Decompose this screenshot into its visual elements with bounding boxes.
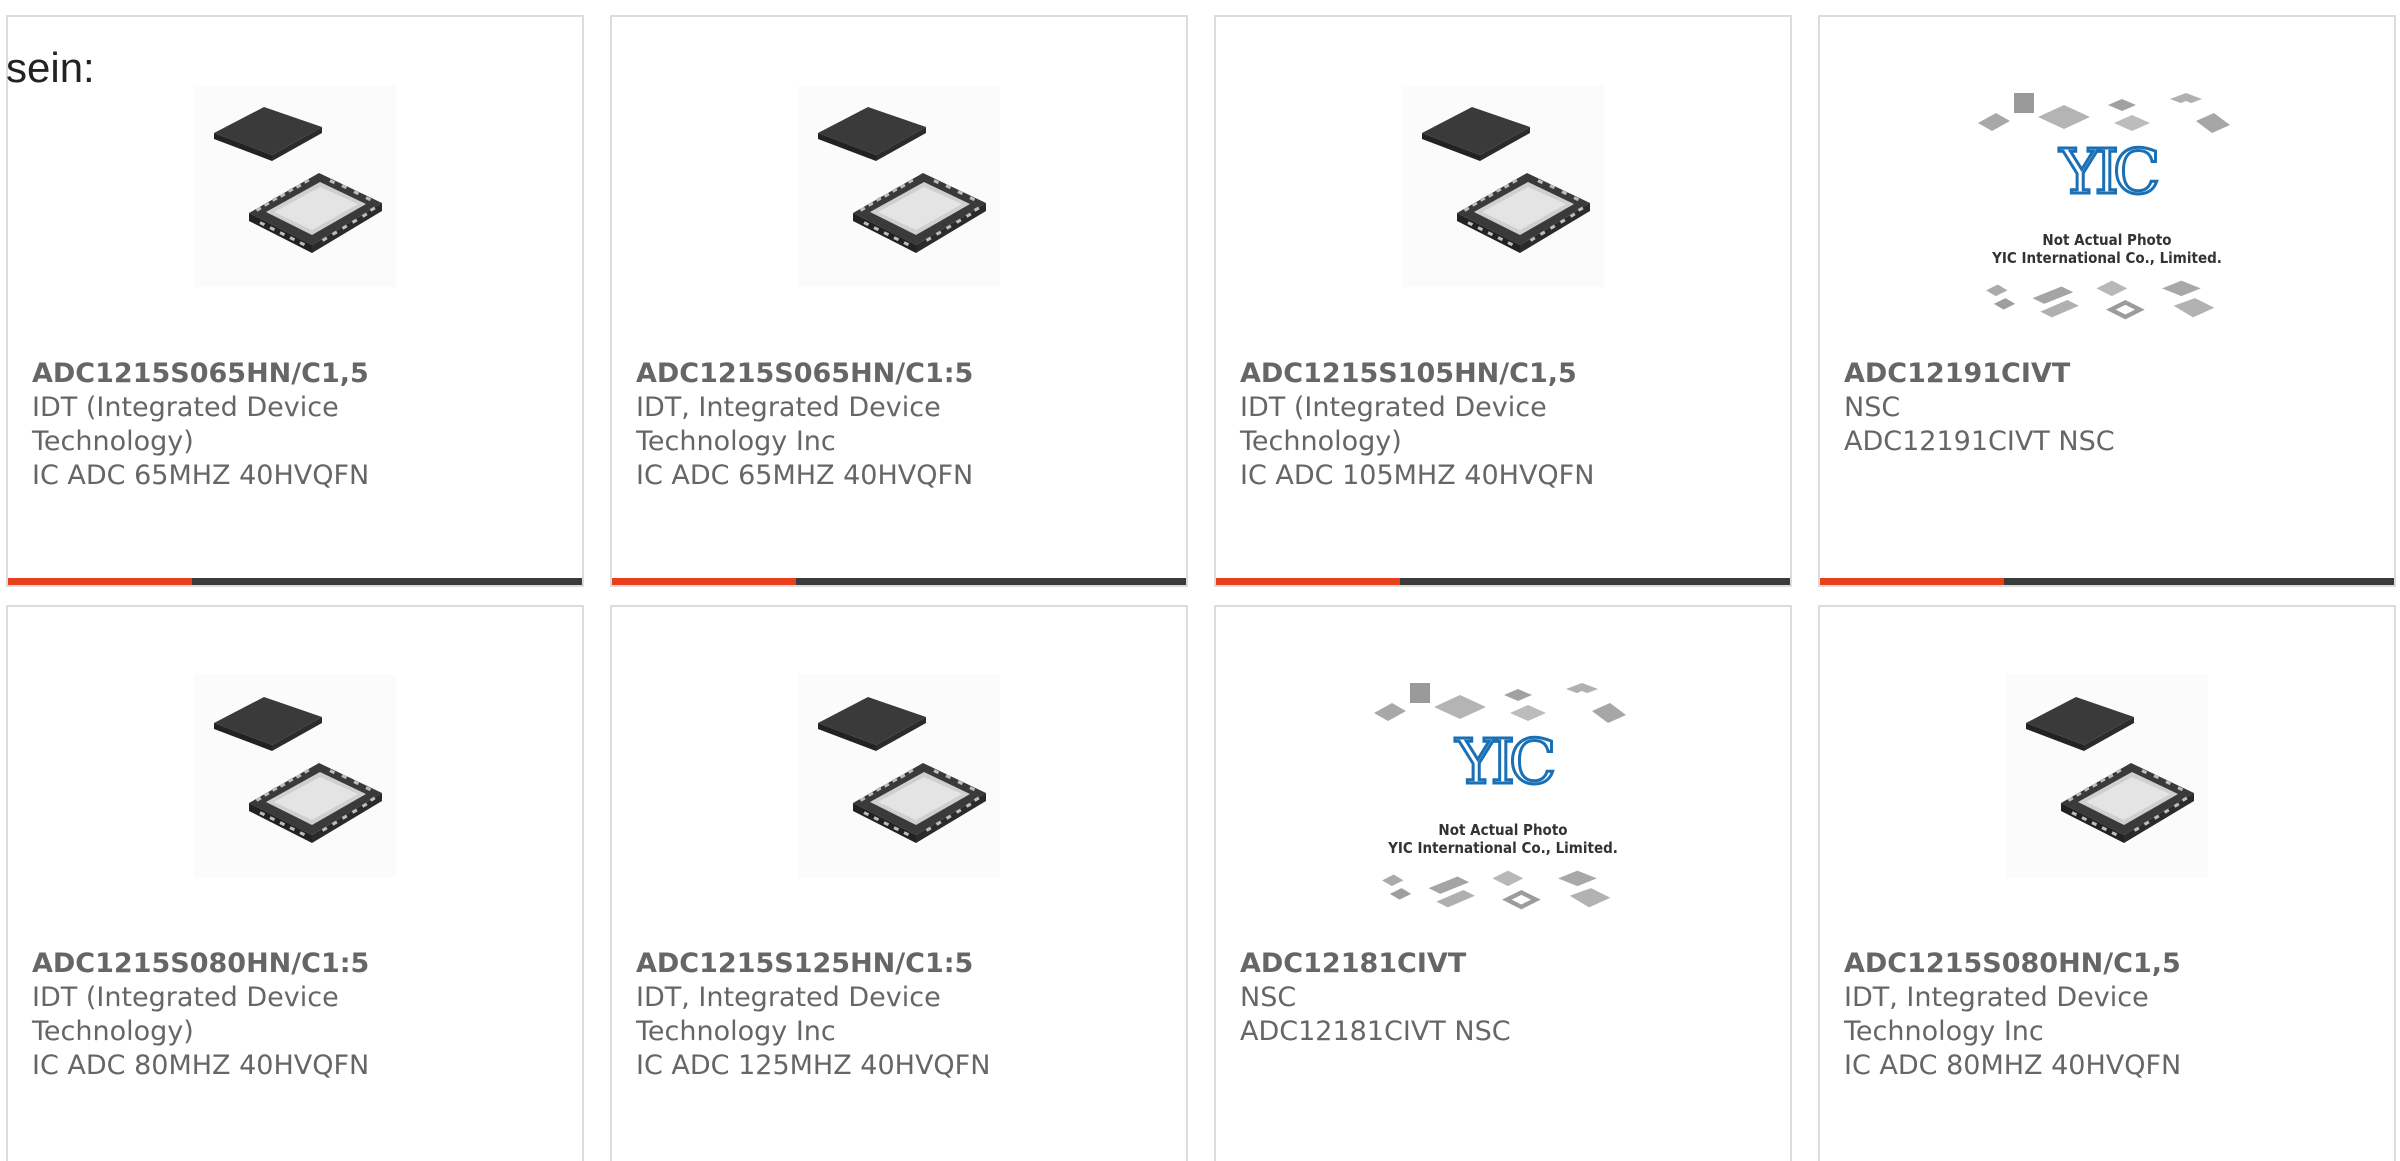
manufacturer: IDT, Integrated Device Technology Inc <box>636 392 941 457</box>
card-bottom-bar <box>1216 578 1790 585</box>
manufacturer: IDT (Integrated Device Technology) <box>1240 392 1547 457</box>
qfn-chip-image[interactable] <box>798 675 1000 877</box>
description: IC ADC 65MHZ 40HVQFN <box>32 460 370 491</box>
part-number-link[interactable]: ADC1215S065HN/C1:5 <box>636 357 996 391</box>
intro-text: sein: <box>6 44 95 91</box>
part-number-link[interactable]: ADC12181CIVT <box>1240 947 1600 981</box>
product-info: ADC1215S080HN/C1:5 IDT (Integrated Devic… <box>32 947 392 1083</box>
product-image-area[interactable]: YIC Not Actual Photo YIC International C… <box>1216 675 1790 919</box>
manufacturer: NSC <box>1844 392 1901 423</box>
qfn-chip-image[interactable] <box>1402 85 1604 287</box>
yic-caption-line2: YIC International Co., Limited. <box>1991 249 2222 267</box>
card-bottom-bar <box>612 578 1186 585</box>
qfn-chip-image[interactable] <box>2006 675 2208 877</box>
part-number-link[interactable]: ADC1215S105HN/C1,5 <box>1240 357 1600 391</box>
manufacturer: IDT, Integrated Device Technology Inc <box>1844 982 2149 1047</box>
description: IC ADC 80MHZ 40HVQFN <box>32 1050 370 1081</box>
card-accent-bar <box>612 578 796 585</box>
description: IC ADC 80MHZ 40HVQFN <box>1844 1050 2182 1081</box>
product-info: ADC1215S125HN/C1:5 IDT, Integrated Devic… <box>636 947 996 1083</box>
product-info: ADC1215S065HN/C1,5 IDT (Integrated Devic… <box>32 357 392 493</box>
yic-placeholder-image[interactable]: YIC Not Actual Photo YIC International C… <box>1968 85 2246 329</box>
product-image-area[interactable] <box>1216 85 1790 329</box>
product-card[interactable]: ADC1215S125HN/C1:5 IDT, Integrated Devic… <box>610 605 1188 1161</box>
product-info: ADC1215S065HN/C1:5 IDT, Integrated Devic… <box>636 357 996 493</box>
yic-caption-line1: Not Actual Photo <box>1438 821 1567 839</box>
card-accent-bar <box>1820 578 2004 585</box>
yic-caption-line1: Not Actual Photo <box>2042 231 2171 249</box>
product-info: ADC1215S080HN/C1,5 IDT, Integrated Devic… <box>1844 947 2204 1083</box>
description: ADC12181CIVT NSC <box>1240 1016 1511 1047</box>
manufacturer: IDT (Integrated Device Technology) <box>32 982 339 1047</box>
qfn-chip-image[interactable] <box>798 85 1000 287</box>
product-image-area[interactable]: YIC Not Actual Photo YIC International C… <box>1820 85 2394 329</box>
card-accent-bar <box>8 578 192 585</box>
product-info: ADC12191CIVT NSC ADC12191CIVT NSC <box>1844 357 2204 459</box>
product-grid-page: sein: ADC1215S065HN/C1,5 IDT (Integrated… <box>0 0 2400 1161</box>
card-bottom-bar <box>8 578 582 585</box>
product-image-area[interactable] <box>8 675 582 919</box>
card-accent-bar <box>1216 578 1400 585</box>
product-image-area[interactable] <box>612 85 1186 329</box>
product-card[interactable]: ADC1215S105HN/C1,5 IDT (Integrated Devic… <box>1214 15 1792 587</box>
manufacturer: NSC <box>1240 982 1297 1013</box>
product-image-area[interactable] <box>8 85 582 329</box>
qfn-chip-image[interactable] <box>194 675 396 877</box>
product-card[interactable]: YIC Not Actual Photo YIC International C… <box>1818 15 2396 587</box>
description: IC ADC 105MHZ 40HVQFN <box>1240 460 1595 491</box>
part-number-link[interactable]: ADC1215S065HN/C1,5 <box>32 357 392 391</box>
product-info: ADC1215S105HN/C1,5 IDT (Integrated Devic… <box>1240 357 1600 493</box>
product-image-area[interactable] <box>1820 675 2394 919</box>
manufacturer: IDT (Integrated Device Technology) <box>32 392 339 457</box>
qfn-chip-image[interactable] <box>194 85 396 287</box>
yic-caption-line2: YIC International Co., Limited. <box>1387 839 1618 857</box>
product-info: ADC12181CIVT NSC ADC12181CIVT NSC <box>1240 947 1600 1049</box>
product-image-area[interactable] <box>612 675 1186 919</box>
product-card[interactable]: ADC1215S065HN/C1:5 IDT, Integrated Devic… <box>610 15 1188 587</box>
product-card[interactable]: ADC1215S080HN/C1:5 IDT (Integrated Devic… <box>6 605 584 1161</box>
yic-placeholder-image[interactable]: YIC Not Actual Photo YIC International C… <box>1364 675 1642 919</box>
part-number-link[interactable]: ADC1215S080HN/C1:5 <box>32 947 392 981</box>
description: IC ADC 125MHZ 40HVQFN <box>636 1050 991 1081</box>
card-bottom-bar <box>1820 578 2394 585</box>
yic-logo: YIC <box>1455 725 1553 798</box>
description: ADC12191CIVT NSC <box>1844 426 2115 457</box>
product-card[interactable]: ADC1215S080HN/C1,5 IDT, Integrated Devic… <box>1818 605 2396 1161</box>
description: IC ADC 65MHZ 40HVQFN <box>636 460 974 491</box>
product-card[interactable]: YIC Not Actual Photo YIC International C… <box>1214 605 1792 1161</box>
yic-logo: YIC <box>2059 135 2157 208</box>
manufacturer: IDT, Integrated Device Technology Inc <box>636 982 941 1047</box>
part-number-link[interactable]: ADC1215S080HN/C1,5 <box>1844 947 2204 981</box>
part-number-link[interactable]: ADC12191CIVT <box>1844 357 2204 391</box>
part-number-link[interactable]: ADC1215S125HN/C1:5 <box>636 947 996 981</box>
product-card[interactable]: ADC1215S065HN/C1,5 IDT (Integrated Devic… <box>6 15 584 587</box>
